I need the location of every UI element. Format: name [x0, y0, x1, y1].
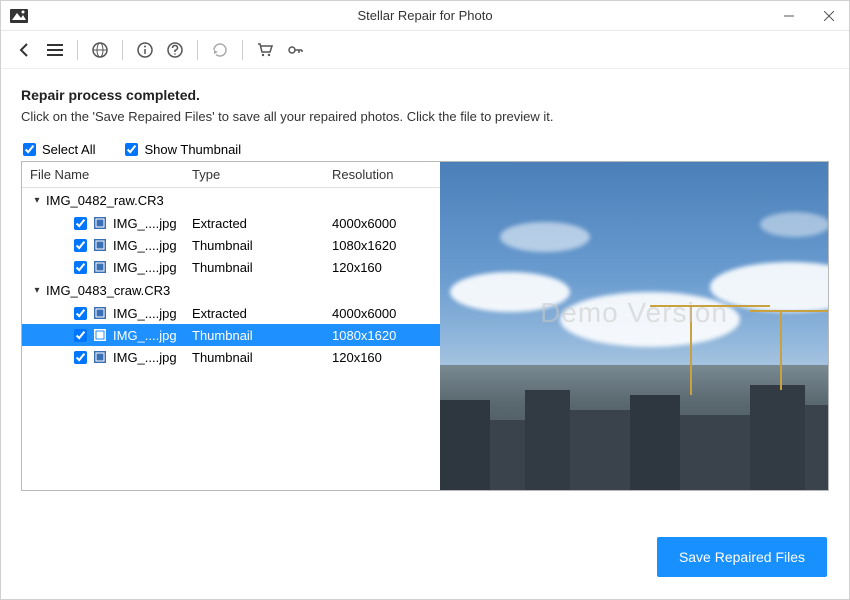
tree-header: File Name Type Resolution — [22, 162, 440, 188]
file-type: Extracted — [192, 306, 332, 321]
back-button[interactable] — [11, 36, 39, 64]
tree-group-row[interactable]: ▾IMG_0483_craw.CR3 — [22, 278, 440, 302]
file-name: IMG_....jpg — [113, 306, 177, 321]
separator — [122, 40, 123, 60]
file-resolution: 4000x6000 — [332, 216, 440, 231]
results-panel: File Name Type Resolution ▾IMG_0482_raw.… — [21, 161, 829, 491]
file-type: Extracted — [192, 216, 332, 231]
file-checkbox[interactable] — [74, 329, 87, 342]
separator — [77, 40, 78, 60]
titlebar: Stellar Repair for Photo — [1, 1, 849, 31]
save-repaired-files-button[interactable]: Save Repaired Files — [657, 537, 827, 577]
file-checkbox[interactable] — [74, 261, 87, 274]
group-name: IMG_0483_craw.CR3 — [44, 283, 170, 298]
image-file-icon — [93, 238, 107, 252]
window-title: Stellar Repair for Photo — [1, 8, 849, 23]
file-row[interactable]: IMG_....jpg Thumbnail1080x1620 — [22, 324, 440, 346]
preview-image: Demo Version — [440, 162, 828, 490]
file-resolution: 4000x6000 — [332, 306, 440, 321]
menu-button[interactable] — [41, 36, 69, 64]
file-tree[interactable]: File Name Type Resolution ▾IMG_0482_raw.… — [22, 162, 440, 490]
image-file-icon — [93, 328, 107, 342]
group-name: IMG_0482_raw.CR3 — [44, 193, 164, 208]
file-name: IMG_....jpg — [113, 328, 177, 343]
minimize-button[interactable] — [769, 1, 809, 31]
column-type[interactable]: Type — [192, 167, 332, 182]
help-button[interactable] — [161, 36, 189, 64]
separator — [242, 40, 243, 60]
file-resolution: 120x160 — [332, 350, 440, 365]
file-name: IMG_....jpg — [113, 238, 177, 253]
file-row[interactable]: IMG_....jpg Thumbnail120x160 — [22, 346, 440, 368]
image-file-icon — [93, 216, 107, 230]
file-checkbox[interactable] — [74, 239, 87, 252]
column-resolution[interactable]: Resolution — [332, 167, 440, 182]
file-type: Thumbnail — [192, 328, 332, 343]
file-type: Thumbnail — [192, 260, 332, 275]
file-name: IMG_....jpg — [113, 350, 177, 365]
column-filename[interactable]: File Name — [30, 167, 192, 182]
options-row: Select All Show Thumbnail — [21, 142, 829, 157]
chevron-down-icon: ▾ — [30, 195, 44, 206]
select-all-checkbox[interactable]: Select All — [23, 142, 95, 157]
refresh-button[interactable] — [206, 36, 234, 64]
file-checkbox[interactable] — [74, 351, 87, 364]
tree-group-row[interactable]: ▾IMG_0482_raw.CR3 — [22, 188, 440, 212]
key-button[interactable] — [281, 36, 309, 64]
tree-body: ▾IMG_0482_raw.CR3IMG_....jpgExtracted400… — [22, 188, 440, 368]
file-row[interactable]: IMG_....jpg Thumbnail1080x1620 — [22, 234, 440, 256]
info-button[interactable] — [131, 36, 159, 64]
cart-button[interactable] — [251, 36, 279, 64]
image-file-icon — [93, 306, 107, 320]
language-button[interactable] — [86, 36, 114, 64]
app-icon — [7, 4, 31, 28]
select-all-input[interactable] — [23, 143, 36, 156]
close-button[interactable] — [809, 1, 849, 31]
footer: Save Repaired Files — [657, 537, 827, 577]
show-thumbnail-label: Show Thumbnail — [144, 142, 241, 157]
show-thumbnail-input[interactable] — [125, 143, 138, 156]
file-name: IMG_....jpg — [113, 216, 177, 231]
file-row[interactable]: IMG_....jpg Thumbnail120x160 — [22, 256, 440, 278]
show-thumbnail-checkbox[interactable]: Show Thumbnail — [125, 142, 241, 157]
toolbar — [1, 31, 849, 69]
file-row[interactable]: IMG_....jpg Extracted4000x6000 — [22, 212, 440, 234]
image-file-icon — [93, 260, 107, 274]
chevron-down-icon: ▾ — [30, 285, 44, 296]
file-type: Thumbnail — [192, 238, 332, 253]
content-area: Repair process completed. Click on the '… — [1, 69, 849, 499]
status-heading: Repair process completed. — [21, 87, 829, 103]
file-resolution: 1080x1620 — [332, 328, 440, 343]
file-row[interactable]: IMG_....jpg Extracted4000x6000 — [22, 302, 440, 324]
file-checkbox[interactable] — [74, 217, 87, 230]
file-resolution: 1080x1620 — [332, 238, 440, 253]
preview-pane[interactable]: Demo Version — [440, 162, 828, 490]
select-all-label: Select All — [42, 142, 95, 157]
file-type: Thumbnail — [192, 350, 332, 365]
window-controls — [769, 1, 849, 31]
file-name: IMG_....jpg — [113, 260, 177, 275]
file-resolution: 120x160 — [332, 260, 440, 275]
image-file-icon — [93, 350, 107, 364]
status-subheading: Click on the 'Save Repaired Files' to sa… — [21, 109, 829, 124]
file-checkbox[interactable] — [74, 307, 87, 320]
separator — [197, 40, 198, 60]
